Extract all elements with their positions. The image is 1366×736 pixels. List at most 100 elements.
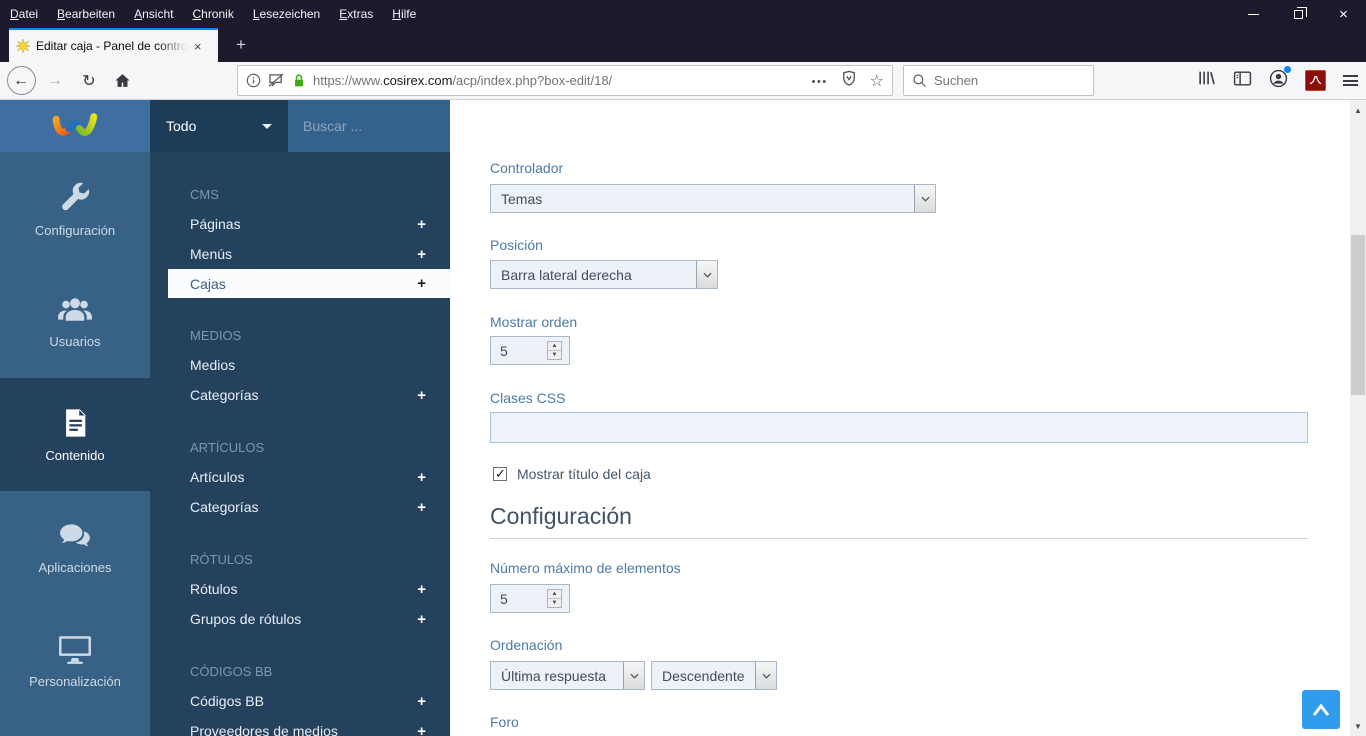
permissions-blocked-icon[interactable]	[268, 73, 285, 88]
page-actions-icon[interactable]	[812, 72, 828, 90]
rail-item-configuracion[interactable]: Configuración	[0, 152, 150, 265]
sidebars-icon[interactable]	[1233, 70, 1252, 92]
numero-maximo-value[interactable]	[491, 585, 543, 612]
add-icon[interactable]	[417, 611, 426, 628]
submenu-item-label: Categorías	[190, 387, 258, 403]
submenu-header: MEDIOS	[150, 320, 450, 350]
protections-shield-icon[interactable]	[842, 70, 856, 91]
submenu-section-rotulos: RÓTULOS Rótulos Grupos de rótulos	[150, 544, 450, 634]
rail-item-contenido[interactable]: Contenido	[0, 378, 150, 491]
add-icon[interactable]	[417, 387, 426, 404]
clases-css-input[interactable]	[490, 412, 1308, 443]
menu-bearbeiten[interactable]: Bearbeiten	[57, 7, 115, 21]
menu-ansicht[interactable]: Ansicht	[134, 7, 173, 21]
add-icon[interactable]	[417, 216, 426, 233]
back-to-top-button[interactable]	[1302, 690, 1340, 729]
spinner-up-icon[interactable]	[548, 590, 561, 599]
forward-button[interactable]: →	[40, 62, 70, 99]
submenu-item-categorias-articulos[interactable]: Categorías	[150, 492, 450, 522]
mostrar-titulo-checkbox[interactable]	[493, 467, 507, 481]
back-button[interactable]: ←	[5, 62, 37, 99]
adobe-acrobat-icon[interactable]	[1305, 70, 1326, 91]
submenu-section-codigos-bb: CÓDIGOS BB Códigos BB Proveedores de med…	[150, 656, 450, 736]
controlador-select[interactable]: Temas	[490, 184, 936, 213]
library-icon[interactable]	[1197, 69, 1216, 92]
add-icon[interactable]	[417, 469, 426, 486]
submenu-item-label: Cajas	[190, 276, 226, 292]
search-icon	[912, 73, 927, 88]
woltlab-w-icon	[51, 110, 99, 142]
rail-label: Personalización	[29, 674, 121, 689]
mostrar-orden-value[interactable]	[491, 337, 543, 364]
new-tab-button[interactable]	[228, 32, 254, 58]
submenu-item-categorias-medios[interactable]: Categorías	[150, 380, 450, 410]
spinner-up-icon[interactable]	[548, 342, 561, 351]
reload-button[interactable]: ↻	[74, 62, 104, 99]
add-icon[interactable]	[417, 246, 426, 263]
menu-datei[interactable]: Datei	[10, 7, 38, 21]
tab-editar-caja[interactable]: Editar caja - Panel de control de	[9, 28, 218, 62]
posicion-select[interactable]: Barra lateral derecha	[490, 260, 718, 289]
tab-close-icon[interactable]	[194, 40, 202, 53]
search-bar[interactable]	[903, 65, 1094, 96]
add-icon[interactable]	[417, 275, 426, 292]
restore-button[interactable]	[1276, 0, 1321, 28]
add-icon[interactable]	[417, 581, 426, 598]
configuracion-heading: Configuración	[490, 503, 632, 530]
submenu-item-cajas[interactable]: Cajas	[168, 269, 450, 298]
ordenacion-field-select[interactable]: Última respuesta	[490, 661, 645, 690]
submenu-item-medios[interactable]: Medios	[150, 350, 450, 380]
file-text-icon	[60, 407, 90, 439]
account-icon[interactable]	[1269, 69, 1288, 93]
submenu-item-rotulos[interactable]: Rótulos	[150, 574, 450, 604]
submenu-item-label: Proveedores de medios	[190, 723, 338, 736]
submenu-item-paginas[interactable]: Páginas	[150, 209, 450, 239]
page-scrollbar[interactable]	[1350, 100, 1366, 736]
minimize-button[interactable]	[1231, 0, 1276, 28]
hamburger-menu-icon[interactable]	[1343, 75, 1358, 86]
posicion-value: Barra lateral derecha	[491, 267, 696, 283]
rail-item-personalizacion[interactable]: Personalización	[0, 604, 150, 717]
numero-maximo-input[interactable]	[490, 584, 570, 613]
submenu-item-codigos-bb[interactable]: Códigos BB	[150, 686, 450, 716]
spinner-down-icon[interactable]	[548, 351, 561, 359]
rail-item-aplicaciones[interactable]: Aplicaciones	[0, 491, 150, 604]
number-spinner[interactable]	[547, 589, 562, 608]
menu-chronik[interactable]: Chronik	[192, 7, 233, 21]
add-icon[interactable]	[417, 693, 426, 710]
submenu-item-proveedores-medios[interactable]: Proveedores de medios	[150, 716, 450, 736]
url-text: https://www.cosirex.com/acp/index.php?bo…	[313, 73, 804, 88]
scrollbar-down-icon[interactable]	[1350, 718, 1366, 734]
page-info-icon[interactable]	[246, 73, 261, 88]
add-icon[interactable]	[417, 723, 426, 736]
submenu-section-cms: CMS Páginas Menús Cajas	[150, 179, 450, 298]
https-lock-icon[interactable]	[292, 73, 306, 88]
scrollbar-up-icon[interactable]	[1350, 102, 1366, 118]
rail-item-usuarios[interactable]: Usuarios	[0, 265, 150, 378]
spinner-down-icon[interactable]	[548, 599, 561, 607]
submenu-item-menus[interactable]: Menús	[150, 239, 450, 269]
submenu-item-label: Códigos BB	[190, 693, 264, 709]
menu-extras[interactable]: Extras	[339, 7, 373, 21]
browser-window: Datei Bearbeiten Ansicht Chronik Lesezei…	[0, 0, 1366, 736]
window-controls: ×	[1231, 0, 1366, 28]
chevron-up-icon	[1311, 703, 1331, 717]
woltlab-logo[interactable]	[0, 100, 150, 152]
ordenacion-direction-select[interactable]: Descendente	[651, 661, 777, 690]
close-button[interactable]: ×	[1321, 0, 1366, 28]
url-bar[interactable]: https://www.cosirex.com/acp/index.php?bo…	[237, 65, 893, 96]
acp-filter-dropdown[interactable]: Todo	[150, 100, 288, 152]
add-icon[interactable]	[417, 499, 426, 516]
submenu-item-articulos[interactable]: Artículos	[150, 462, 450, 492]
submenu-header: ARTÍCULOS	[150, 432, 450, 462]
menu-lesezeichen[interactable]: Lesezeichen	[253, 7, 320, 21]
search-input[interactable]	[934, 73, 1064, 88]
mostrar-orden-input[interactable]	[490, 336, 570, 365]
home-button[interactable]	[107, 62, 137, 99]
bookmark-star-icon[interactable]	[870, 71, 884, 91]
submenu-item-grupos-rotulos[interactable]: Grupos de rótulos	[150, 604, 450, 634]
controlador-value: Temas	[491, 191, 914, 207]
number-spinner[interactable]	[547, 341, 562, 360]
scrollbar-thumb[interactable]	[1351, 235, 1365, 395]
menu-hilfe[interactable]: Hilfe	[392, 7, 416, 21]
